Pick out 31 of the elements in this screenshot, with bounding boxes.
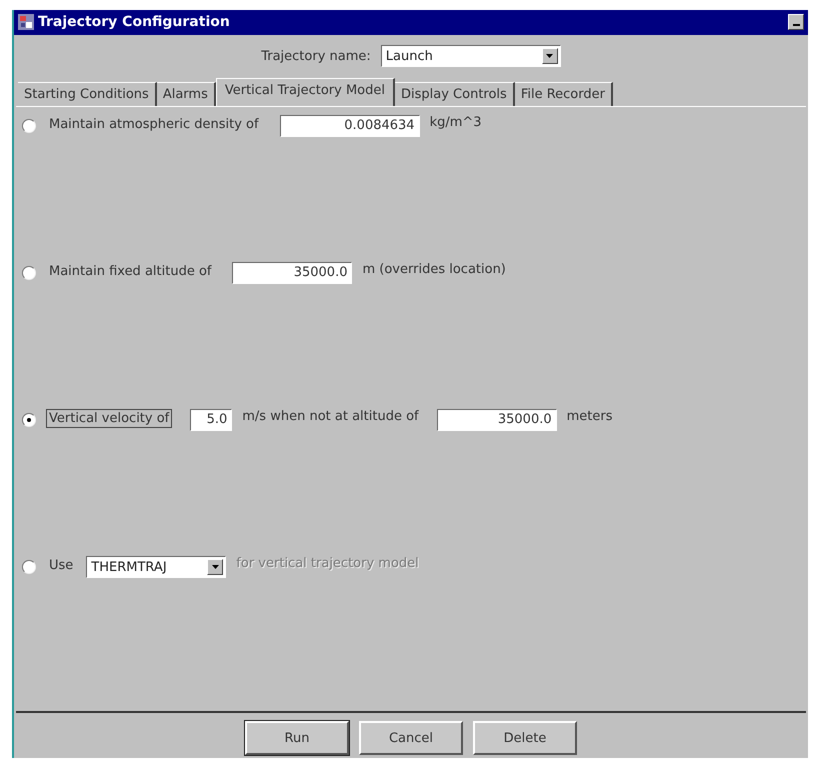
tab[interactable]: Vertical Trajectory Model: [216, 78, 395, 106]
option-label[interactable]: Vertical velocity of: [46, 409, 172, 428]
number-field[interactable]: 35000.0: [232, 262, 352, 284]
tab[interactable]: Alarms: [156, 82, 216, 106]
dialog-button[interactable]: Run: [245, 721, 349, 755]
number-field[interactable]: 5.0: [190, 409, 232, 431]
option-text: for vertical trajectory model: [236, 556, 419, 571]
minimize-button[interactable]: [788, 14, 804, 30]
option-label[interactable]: Maintain fixed altitude of: [46, 262, 214, 281]
option-text: m (overrides location): [362, 262, 506, 277]
tab[interactable]: Display Controls: [395, 82, 515, 106]
number-field[interactable]: 0.0084634: [280, 115, 420, 137]
dialog-button[interactable]: Cancel: [359, 721, 463, 755]
radio-button[interactable]: [22, 560, 36, 574]
trajectory-name-dropdown[interactable]: Launch: [380, 45, 561, 68]
option-text: kg/m^3: [430, 115, 482, 130]
window-title: Trajectory Configuration: [38, 14, 231, 30]
radio-button[interactable]: [22, 413, 36, 427]
tab[interactable]: File Recorder: [514, 82, 613, 106]
dialog-button[interactable]: Delete: [473, 721, 577, 755]
option-text: m/s when not at altitude of: [242, 409, 419, 424]
radio-button[interactable]: [22, 266, 36, 280]
app-icon: [18, 14, 34, 30]
option-text: meters: [566, 409, 612, 424]
option-label[interactable]: Maintain atmospheric density of: [46, 115, 262, 134]
trajectory-name-label: Trajectory name:: [261, 48, 371, 64]
radio-button[interactable]: [22, 119, 36, 133]
option-label[interactable]: Use: [46, 556, 76, 575]
number-field[interactable]: 35000.0: [436, 409, 557, 431]
tab[interactable]: Starting Conditions: [18, 82, 157, 106]
model-dropdown[interactable]: THERMTRAJ: [86, 556, 226, 578]
